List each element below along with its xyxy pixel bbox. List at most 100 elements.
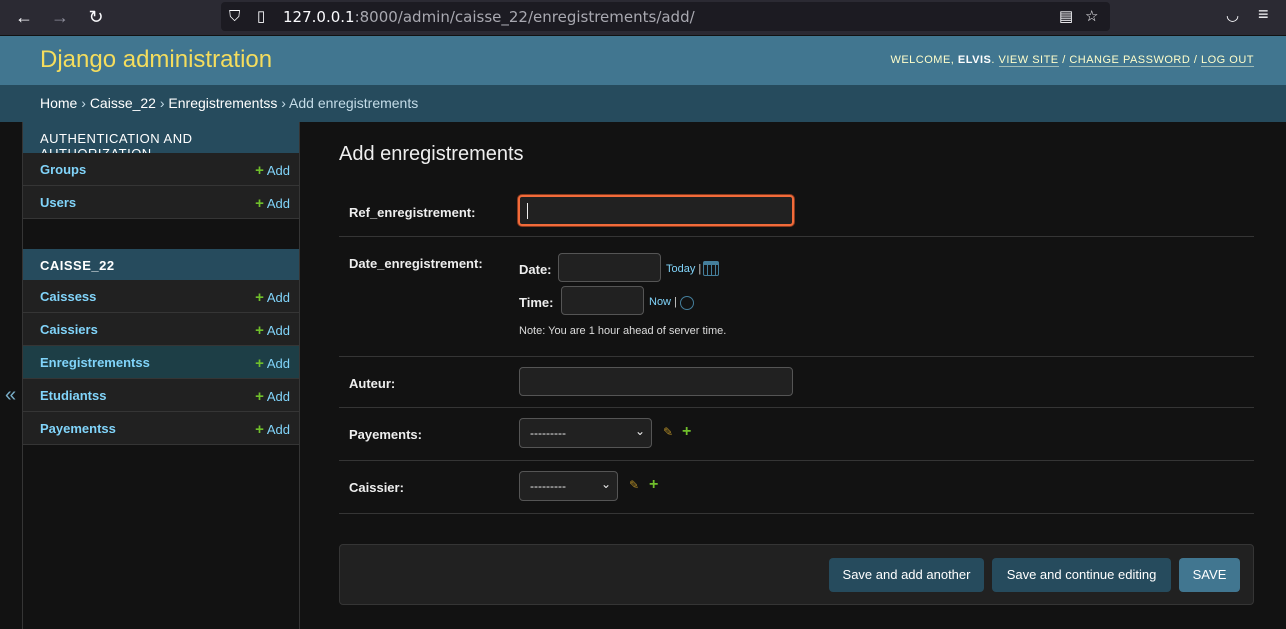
add-caissess-link[interactable]: + Add xyxy=(255,289,290,306)
ref-enregistrement-input[interactable] xyxy=(518,195,794,226)
plus-icon: + xyxy=(255,322,264,339)
add-enregistrementss-link[interactable]: + Add xyxy=(255,355,290,372)
date-input[interactable] xyxy=(558,253,661,282)
add-related-icon[interactable]: + xyxy=(682,423,691,441)
date-sublabel: Date: xyxy=(519,262,552,277)
form-row-ref: Ref_enregistrement: xyxy=(339,185,1254,237)
chevron-down-icon: ⌄ xyxy=(634,424,645,438)
module-caisse: CAISSE_22 Caissess + Add Caissiers + Add E… xyxy=(23,249,299,445)
bookmark-star-icon[interactable]: ☆ xyxy=(1085,8,1098,26)
time-shortcuts: Now | xyxy=(649,296,677,308)
form-row-payements: Payements: --------- ⌄ ✎ + xyxy=(339,408,1254,461)
reader-view-icon[interactable]: ▤ xyxy=(1059,8,1073,26)
form-row-caissier: Caissier: --------- ⌄ ✎ + xyxy=(339,461,1254,514)
module-spacer xyxy=(23,219,299,249)
add-label: Add xyxy=(266,290,290,305)
caissier-label: Caissier: xyxy=(349,480,404,495)
sidebar-item-caissess: Caissess + Add xyxy=(23,280,299,313)
site-branding[interactable]: Django administration xyxy=(40,46,272,74)
main-content: Add enregistrements Ref_enregistrement: … xyxy=(339,122,1254,629)
breadcrumb-current: Add enregistrements xyxy=(289,95,419,111)
pocket-icon[interactable]: ◡ xyxy=(1226,7,1239,25)
add-payementss-link[interactable]: + Add xyxy=(255,421,290,438)
add-groups-link[interactable]: + Add xyxy=(255,162,290,179)
log-out-link[interactable]: LOG OUT xyxy=(1200,54,1254,67)
date-shortcuts: Today | xyxy=(666,263,701,275)
sidebar-item-label[interactable]: Groups xyxy=(40,162,86,177)
breadcrumb-app[interactable]: Caisse_22 xyxy=(90,95,156,111)
change-password-link[interactable]: CHANGE PASSWORD xyxy=(1069,54,1191,67)
sidebar-item-groups: Groups + Add xyxy=(23,153,299,186)
breadcrumb-model[interactable]: Enregistrementss xyxy=(168,95,277,111)
auteur-label: Auteur: xyxy=(349,376,396,391)
view-site-link[interactable]: VIEW SITE xyxy=(998,54,1059,67)
module-caption[interactable]: AUTHENTICATION AND AUTHORIZATION xyxy=(23,122,299,161)
plus-icon: + xyxy=(255,289,264,306)
edit-pencil-icon[interactable]: ✎ xyxy=(629,478,639,492)
sidebar-item-payementss: Payementss + Add xyxy=(23,412,299,445)
payements-label: Payements: xyxy=(349,427,422,442)
shortcut-separator: | xyxy=(674,296,677,308)
module-auth: AUTHENTICATION AND AUTHORIZATION Groups … xyxy=(23,122,299,219)
sidebar-toggle[interactable]: « xyxy=(0,122,23,629)
page-icon[interactable]: ▯ xyxy=(257,8,265,26)
sidebar-item-label[interactable]: Users xyxy=(40,195,76,210)
save-button[interactable]: SAVE xyxy=(1179,558,1240,592)
back-icon[interactable]: ← xyxy=(12,6,36,28)
shortcut-separator: | xyxy=(698,263,702,275)
menu-icon[interactable]: ≡ xyxy=(1258,5,1269,23)
time-sublabel: Time: xyxy=(519,295,554,310)
module-caption[interactable]: CAISSE_22 xyxy=(23,249,299,280)
add-related-icon[interactable]: + xyxy=(649,476,658,494)
auteur-input[interactable] xyxy=(519,367,793,396)
today-link[interactable]: Today xyxy=(666,263,695,275)
text-caret xyxy=(527,203,528,219)
form-row-auteur: Auteur: xyxy=(339,357,1254,408)
plus-icon: + xyxy=(255,421,264,438)
shield-icon[interactable]: ⛉ xyxy=(229,8,240,26)
add-etudiantss-link[interactable]: + Add xyxy=(255,388,290,405)
add-label: Add xyxy=(266,196,290,211)
save-and-continue-button[interactable]: Save and continue editing xyxy=(992,558,1171,592)
url-host: 127.0.0.1 xyxy=(283,8,355,26)
breadcrumb-separator: › xyxy=(81,95,86,111)
edit-pencil-icon[interactable]: ✎ xyxy=(663,425,673,439)
sidebar-item-label[interactable]: Caissiers xyxy=(40,322,98,337)
welcome-text: WELCOME, xyxy=(890,54,955,66)
save-and-add-another-button[interactable]: Save and add another xyxy=(829,558,984,592)
payements-select[interactable]: --------- ⌄ xyxy=(519,418,652,448)
plus-icon: + xyxy=(255,355,264,372)
plus-icon: + xyxy=(255,388,264,405)
payements-selected: --------- xyxy=(530,426,566,440)
sidebar-item-label[interactable]: Caissess xyxy=(40,289,96,304)
ref-label: Ref_enregistrement: xyxy=(349,205,476,220)
calendar-icon[interactable] xyxy=(703,261,719,276)
add-caissiers-link[interactable]: + Add xyxy=(255,322,290,339)
now-link[interactable]: Now xyxy=(649,296,671,308)
time-input[interactable] xyxy=(561,286,644,315)
address-bar[interactable]: ⛉ ▯ 127.0.0.1:8000/admin/caisse_22/enreg… xyxy=(221,2,1110,31)
sidebar-item-enregistrementss: Enregistrementss + Add xyxy=(23,346,299,379)
username: ELVIS xyxy=(957,54,992,66)
form-row-date: Date_enregistrement: Date: Today | Time:… xyxy=(339,237,1254,357)
sidebar-item-caissiers: Caissiers + Add xyxy=(23,313,299,346)
sidebar-item-label[interactable]: Payementss xyxy=(40,421,116,436)
forward-icon[interactable]: → xyxy=(48,6,72,28)
add-users-link[interactable]: + Add xyxy=(255,195,290,212)
add-label: Add xyxy=(266,163,290,178)
caissier-select[interactable]: --------- ⌄ xyxy=(519,471,618,501)
collapse-icon[interactable]: « xyxy=(5,384,16,407)
breadcrumb-home[interactable]: Home xyxy=(40,95,77,111)
add-label: Add xyxy=(266,389,290,404)
breadcrumb-separator: › xyxy=(281,95,286,111)
add-label: Add xyxy=(266,422,290,437)
sidebar-item-etudiantss: Etudiantss + Add xyxy=(23,379,299,412)
site-header: Django administration WELCOME, ELVIS. VI… xyxy=(0,36,1286,85)
browser-toolbar: ← → ↻ ⛉ ▯ 127.0.0.1:8000/admin/caisse_22… xyxy=(0,0,1286,35)
plus-icon: + xyxy=(255,162,264,179)
sidebar-item-label[interactable]: Enregistrementss xyxy=(40,355,150,370)
clock-icon[interactable] xyxy=(680,296,694,310)
user-tools: WELCOME, ELVIS. VIEW SITE / CHANGE PASSW… xyxy=(890,54,1254,67)
reload-icon[interactable]: ↻ xyxy=(84,6,108,28)
sidebar-item-label[interactable]: Etudiantss xyxy=(40,388,106,403)
